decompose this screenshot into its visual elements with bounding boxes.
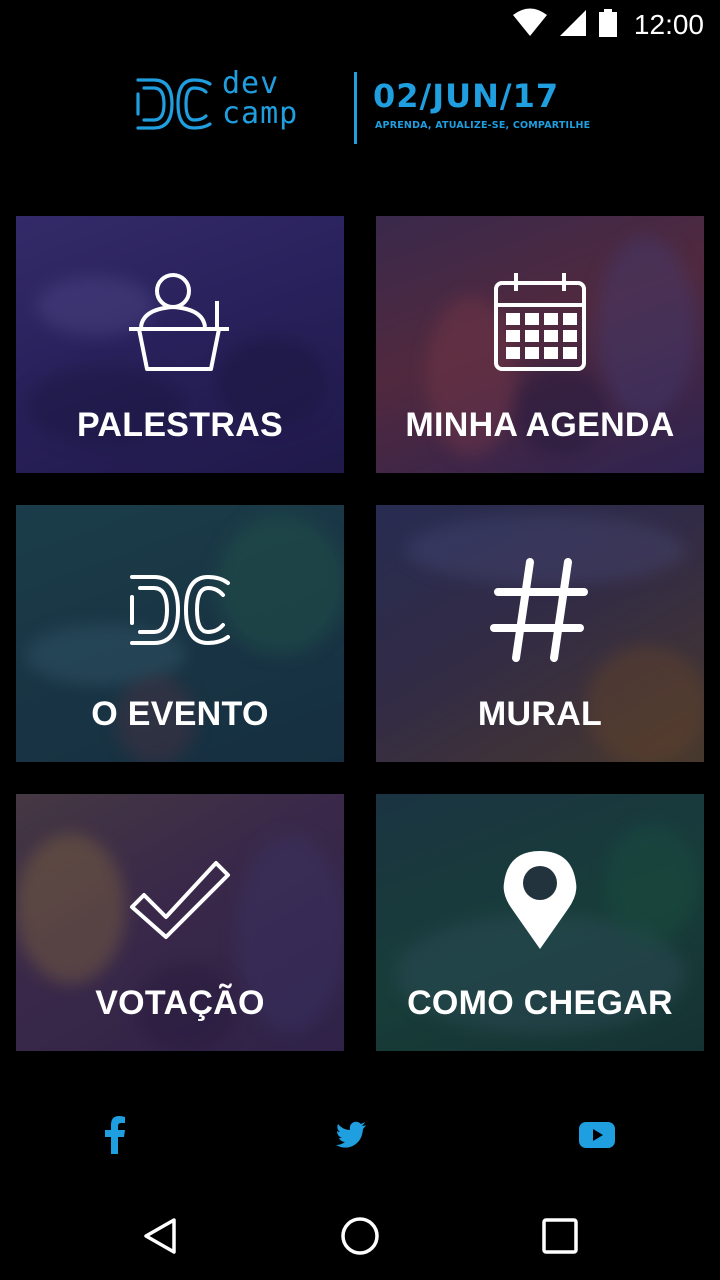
home-icon[interactable] <box>332 1208 388 1264</box>
minha-agenda-tile[interactable]: MINHA AGENDA <box>376 216 704 473</box>
votacao-tile[interactable]: VOTAÇÃO <box>16 794 344 1051</box>
battery-icon <box>598 8 618 43</box>
youtube-icon[interactable] <box>574 1112 620 1158</box>
back-icon[interactable] <box>132 1208 188 1264</box>
header-divider <box>354 72 357 144</box>
wifi-icon <box>512 8 548 43</box>
social-links <box>0 1100 720 1170</box>
speaker-podium-icon <box>16 266 344 376</box>
status-bar: 12:00 <box>0 0 720 50</box>
o-evento-tile[interactable]: O EVENTO <box>16 505 344 762</box>
app-header: dev camp 02/JUN/17 APRENDA, ATUALIZE-SE,… <box>0 60 720 160</box>
como-chegar-tile[interactable]: COMO CHEGAR <box>376 794 704 1051</box>
navigation-bar <box>0 1184 720 1280</box>
event-tagline: APRENDA, ATUALIZE-SE, COMPARTILHE <box>375 120 591 131</box>
calendar-icon <box>376 266 704 376</box>
devcamp-logo-icon <box>136 78 212 130</box>
devcamp-logo-icon <box>16 555 344 665</box>
twitter-icon[interactable] <box>328 1112 374 1158</box>
facebook-icon[interactable] <box>92 1112 138 1158</box>
logo-dev-text: dev <box>222 66 280 101</box>
status-time: 12:00 <box>633 9 704 40</box>
mural-tile[interactable]: MURAL <box>376 505 704 762</box>
tile-label: PALESTRAS <box>76 406 284 444</box>
recents-icon[interactable] <box>532 1208 588 1264</box>
tile-label: O EVENTO <box>91 695 269 733</box>
palestras-tile[interactable]: PALESTRAS <box>16 216 344 473</box>
tile-label: COMO CHEGAR <box>407 984 673 1022</box>
map-pin-icon <box>376 844 704 954</box>
signal-icon <box>558 8 588 43</box>
hashtag-icon <box>376 555 704 665</box>
tile-label: MINHA AGENDA <box>405 406 675 444</box>
tile-label: VOTAÇÃO <box>95 984 265 1022</box>
tile-label: MURAL <box>477 695 603 733</box>
checkmark-icon <box>16 844 344 954</box>
event-date: 02/JUN/17 <box>373 77 560 115</box>
logo-camp-text: camp <box>222 96 299 131</box>
